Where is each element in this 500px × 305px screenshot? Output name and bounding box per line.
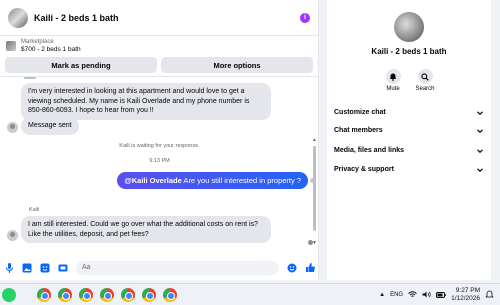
chevron-down-icon: [477, 167, 483, 172]
clock-date: 1/12/2026: [451, 294, 480, 302]
scroll-down-arrow[interactable]: ▼: [312, 240, 317, 246]
chat-title[interactable]: Kaili - 2 beds 1 bath: [34, 13, 300, 23]
thumbs-up-icon[interactable]: [305, 262, 315, 273]
bell-icon: [385, 69, 401, 84]
message-input[interactable]: Aa: [76, 260, 279, 275]
emoji-icon[interactable]: [287, 263, 297, 273]
notification-bell-icon[interactable]: [485, 290, 494, 299]
listing-thumbnail[interactable]: [8, 7, 28, 28]
chrome-icon[interactable]: [100, 287, 114, 302]
section-media-files-links[interactable]: Media, files and links: [334, 144, 484, 157]
scroll-up-arrow[interactable]: ▲: [312, 137, 317, 143]
mention[interactable]: @Kaili Overlade: [124, 176, 181, 185]
marketplace-label: Marketplace: [21, 39, 54, 45]
scrollbar-thumb[interactable]: [313, 146, 316, 231]
chevron-up-icon[interactable]: ▲: [379, 292, 385, 298]
more-options-button[interactable]: More options: [161, 57, 313, 73]
info-icon[interactable]: i: [300, 12, 310, 23]
section-label: Chat members: [334, 127, 383, 134]
taskbar: ▲ ENG 9:27 PM 1/12/2026: [0, 283, 500, 305]
waiting-notice: Kaili is waiting for your response.: [119, 143, 200, 149]
incoming-message[interactable]: Message sent: [21, 117, 79, 135]
outgoing-message[interactable]: @Kaili Overlade Are you still interested…: [117, 172, 308, 189]
listing-avatar[interactable]: [394, 12, 424, 42]
chrome-icon[interactable]: [142, 287, 156, 302]
incoming-message[interactable]: I am still interested. Could we go over …: [21, 216, 271, 243]
whatsapp-icon[interactable]: [2, 287, 16, 302]
wifi-icon[interactable]: [408, 291, 417, 298]
listing-price-title: $700 - 2 beds 1 bath: [21, 46, 81, 53]
clock[interactable]: 9:27 PM 1/12/2026: [451, 287, 480, 303]
search-button[interactable]: Search: [410, 69, 440, 92]
battery-icon[interactable]: [436, 291, 446, 298]
outgoing-message-text: Are you still interested in property ?: [181, 176, 301, 185]
language-indicator[interactable]: ENG: [390, 292, 403, 298]
chrome-icon[interactable]: [163, 287, 177, 302]
mute-button[interactable]: Mute: [378, 69, 408, 92]
section-privacy-support[interactable]: Privacy & support: [334, 163, 484, 176]
section-chat-members[interactable]: Chat members: [334, 124, 484, 137]
chrome-icon[interactable]: [37, 287, 51, 302]
conversation-info-panel: Kaili - 2 beds 1 bath Mute Search Custom…: [327, 0, 491, 280]
mute-label: Mute: [386, 86, 400, 92]
chat-panel: Kaili - 2 beds 1 bath i Marketplace $700…: [0, 0, 319, 280]
chrome-icon[interactable]: [79, 287, 93, 302]
section-label: Media, files and links: [334, 147, 405, 154]
message-list[interactable]: I'm very interested in looking at this a…: [0, 76, 319, 254]
chevron-down-icon: [477, 148, 483, 153]
truncated-message-edge: [24, 77, 36, 79]
chat-header: Kaili - 2 beds 1 bath i: [0, 0, 318, 36]
section-customize-chat[interactable]: Customize chat: [334, 106, 484, 119]
system-tray: ▲ ENG 9:27 PM 1/12/2026: [379, 284, 500, 305]
chevron-down-icon: [477, 128, 483, 133]
gif-icon[interactable]: [58, 263, 68, 273]
sender-avatar[interactable]: [7, 122, 18, 133]
sticker-icon[interactable]: [40, 263, 50, 273]
info-title: Kaili - 2 beds 1 bath: [371, 47, 447, 56]
mark-as-pending-button[interactable]: Mark as pending: [5, 57, 157, 73]
listing-actions: Mark as pending More options: [0, 56, 318, 73]
search-label: Search: [415, 86, 435, 92]
marketplace-listing-bar[interactable]: Marketplace $700 - 2 beds 1 bath: [0, 36, 318, 56]
image-icon[interactable]: [22, 263, 32, 273]
timestamp: 9:13 PM: [149, 158, 170, 164]
incoming-message[interactable]: I'm very interested in looking at this a…: [21, 83, 271, 120]
chevron-down-icon: [477, 110, 483, 115]
sender-name: Kaili: [29, 207, 40, 213]
clock-time: 9:27 PM: [455, 286, 480, 294]
volume-icon[interactable]: [422, 291, 431, 298]
section-label: Customize chat: [334, 109, 386, 116]
listing-small-thumbnail: [6, 41, 16, 51]
chrome-icon[interactable]: [58, 287, 72, 302]
sender-avatar[interactable]: [7, 230, 18, 241]
section-label: Privacy & support: [334, 166, 394, 173]
composer: Aa: [0, 255, 319, 280]
search-icon: [417, 69, 433, 84]
microphone-icon[interactable]: [4, 262, 14, 273]
chrome-icon[interactable]: [121, 287, 135, 302]
